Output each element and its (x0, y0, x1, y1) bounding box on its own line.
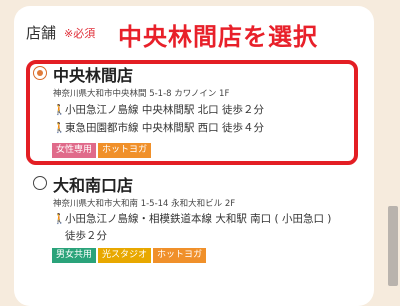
tag-women-only: 女性専用 (52, 143, 97, 158)
tag-hot-yoga: ホットヨガ (98, 143, 152, 158)
store-tags: 女性専用 ホットヨガ (52, 143, 152, 158)
access-line: 🚶小田急江ノ島線 中央林間駅 北口 徒歩２分 (53, 102, 264, 117)
required-badge: ※必須 (64, 27, 96, 40)
access-text: 小田急江ノ島線・相模鉄道本線 大和駅 南口 ( 小田急口 ) (65, 213, 332, 225)
access-text: 徒歩２分 (65, 230, 107, 242)
radio-store-chuorinkan[interactable] (33, 66, 47, 80)
tag-light-studio: 光スタジオ (98, 248, 152, 263)
tag-unisex: 男女共用 (52, 248, 97, 263)
walking-person-icon: 🚶 (53, 214, 66, 225)
annotation-caption: 中央林間店を選択 (118, 23, 318, 51)
walking-person-icon: 🚶 (53, 123, 66, 134)
access-line-continued: 徒歩２分 (65, 228, 107, 243)
access-line: 🚶小田急江ノ島線・相模鉄道本線 大和駅 南口 ( 小田急口 ) (53, 211, 331, 226)
access-text: 東急田園都市線 中央林間駅 西口 徒歩４分 (65, 122, 265, 134)
store-name-chuorinkan[interactable]: 中央林間店 (53, 62, 133, 86)
store-address-chuorinkan: 神奈川県大和市中央林間 5-1-8 カワノイン 1F (53, 89, 230, 99)
access-text: 小田急江ノ島線 中央林間駅 北口 徒歩２分 (65, 104, 265, 116)
walking-person-icon: 🚶 (53, 105, 66, 116)
tag-hot-yoga: ホットヨガ (153, 248, 207, 263)
scrollbar-thumb[interactable] (388, 206, 398, 286)
store-tags: 男女共用 光スタジオ ホットヨガ (52, 248, 207, 263)
store-address-yamato-minamiguchi: 神奈川県大和市大和南 1-5-14 永和大和ビル 2F (53, 199, 236, 209)
access-line: 🚶東急田園都市線 中央林間駅 西口 徒歩４分 (53, 120, 264, 135)
radio-store-yamato-minamiguchi[interactable] (33, 176, 47, 190)
store-field-label: 店舗 (26, 24, 57, 42)
store-name-yamato-minamiguchi[interactable]: 大和南口店 (53, 172, 133, 196)
